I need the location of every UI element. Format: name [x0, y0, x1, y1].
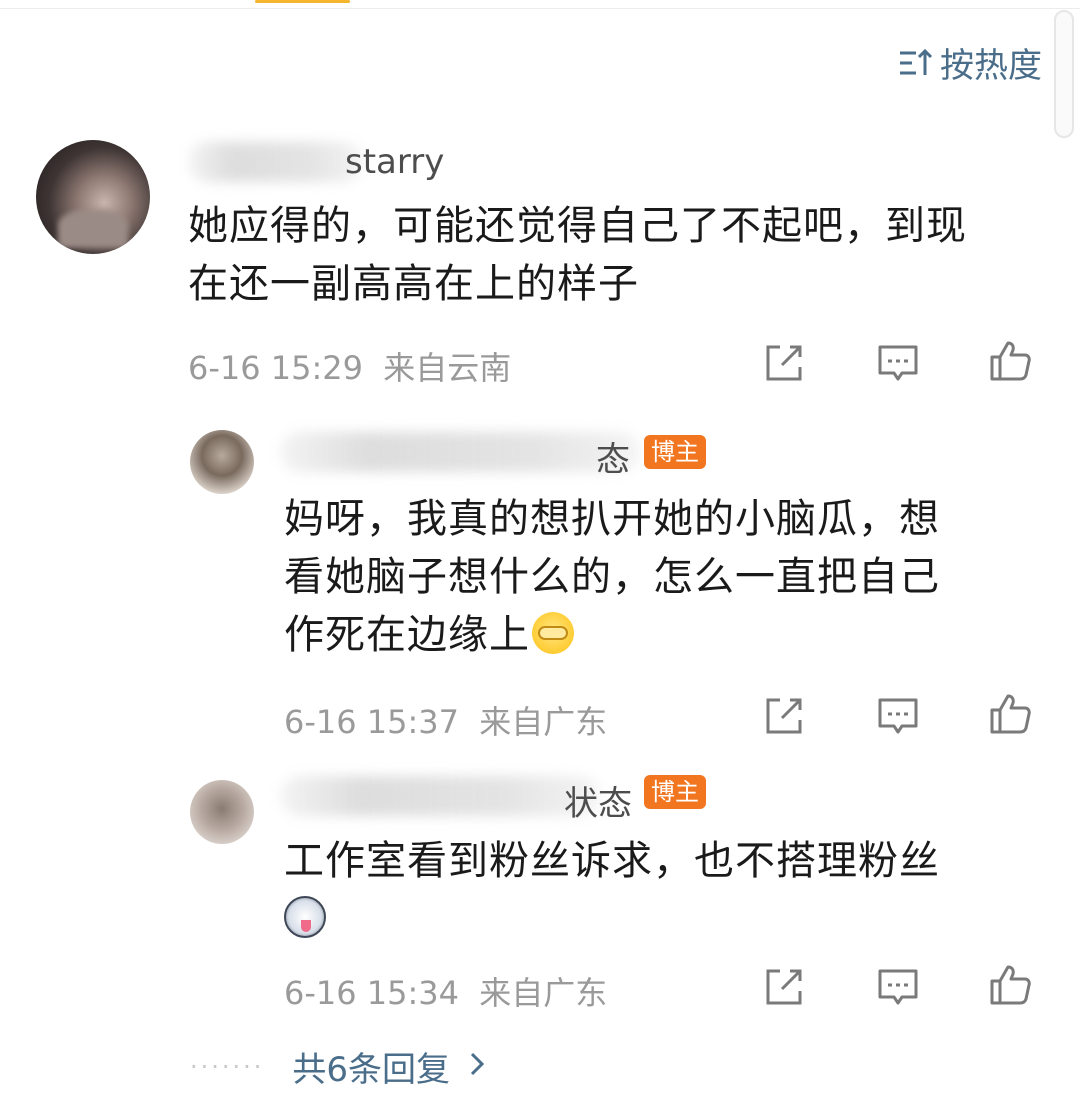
reply-button[interactable]	[876, 694, 920, 738]
avatar[interactable]	[190, 780, 254, 844]
location: 来自广东	[479, 703, 608, 741]
reply-text-line: 作死在边缘上	[284, 606, 1024, 664]
thumbs-up-icon	[990, 694, 1031, 734]
reply-text-segment: 作死在边缘上	[284, 612, 530, 658]
top-divider	[0, 8, 1080, 9]
sort-icon	[898, 47, 934, 79]
location: 来自云南	[383, 349, 512, 387]
reply-meta: 6-16 15:34 来自广东	[284, 968, 607, 1014]
dotted-divider: ·······	[190, 1052, 265, 1081]
sort-by-hot-button[interactable]: 按热度	[898, 38, 1042, 87]
like-button[interactable]	[988, 963, 1032, 1007]
comment-text-line: 她应得的，可能还觉得自己了不起吧，到现	[188, 203, 967, 249]
reply-text: 妈呀，我真的想扒开她的小脑瓜，想 看她脑子想什么的，怎么一直把自己 作死在边缘上	[284, 490, 1024, 664]
reply-text-line: 看她脑子想什么的，怎么一直把自己	[284, 554, 940, 600]
comment-text: 她应得的，可能还觉得自己了不起吧，到现 在还一副高高在上的样子	[188, 197, 1048, 313]
reply-text-line: 工作室看到粉丝诉求，也不搭理粉丝	[284, 838, 940, 884]
husky-emoji-icon	[284, 896, 326, 938]
comment-icon	[878, 698, 918, 734]
reply-text-line: 妈呀，我真的想扒开她的小脑瓜，想	[284, 496, 940, 542]
reply-button[interactable]	[876, 341, 920, 385]
timestamp: 6-16 15:37	[284, 703, 460, 741]
share-button[interactable]	[762, 965, 806, 1009]
share-button[interactable]	[762, 694, 806, 738]
username[interactable]: 态	[596, 432, 630, 481]
more-replies-link[interactable]: ······· 共6条回复	[190, 1042, 486, 1091]
comment-icon	[878, 345, 918, 381]
share-icon	[766, 698, 802, 734]
timestamp: 6-16 15:34	[284, 974, 460, 1012]
avatar[interactable]	[190, 430, 254, 494]
reply-text: 工作室看到粉丝诉求，也不搭理粉丝	[284, 832, 1024, 948]
author-badge: 博主	[644, 435, 706, 469]
more-replies-label: 共6条回复	[292, 1050, 451, 1090]
reply-text-line	[284, 890, 1024, 948]
reply-meta: 6-16 15:37 来自广东	[284, 697, 607, 743]
share-button[interactable]	[762, 341, 806, 385]
username[interactable]: 状态	[564, 776, 632, 825]
like-button[interactable]	[988, 692, 1032, 736]
share-icon	[766, 345, 802, 381]
like-button[interactable]	[988, 339, 1032, 383]
username-blur	[280, 432, 640, 472]
scrollbar[interactable]	[1054, 10, 1074, 138]
cover-face-emoji-icon	[532, 612, 574, 654]
timestamp: 6-16 15:29	[188, 349, 364, 387]
username-blur	[280, 776, 600, 816]
sort-label: 按热度	[940, 46, 1042, 86]
author-badge: 博主	[644, 775, 706, 809]
thumbs-up-icon	[990, 341, 1031, 381]
thumbs-up-icon	[990, 965, 1031, 1005]
share-icon	[766, 969, 802, 1005]
avatar[interactable]	[36, 140, 150, 254]
chevron-right-icon	[468, 1047, 486, 1087]
reply-button[interactable]	[876, 965, 920, 1009]
username-blur	[188, 142, 363, 182]
comment-text-line: 在还一副高高在上的样子	[188, 261, 639, 307]
comment-meta: 6-16 15:29 来自云南	[188, 343, 511, 389]
tab-indicator	[255, 0, 350, 3]
comment-icon	[878, 969, 918, 1005]
username[interactable]: starry	[345, 142, 444, 182]
location: 来自广东	[479, 974, 608, 1012]
